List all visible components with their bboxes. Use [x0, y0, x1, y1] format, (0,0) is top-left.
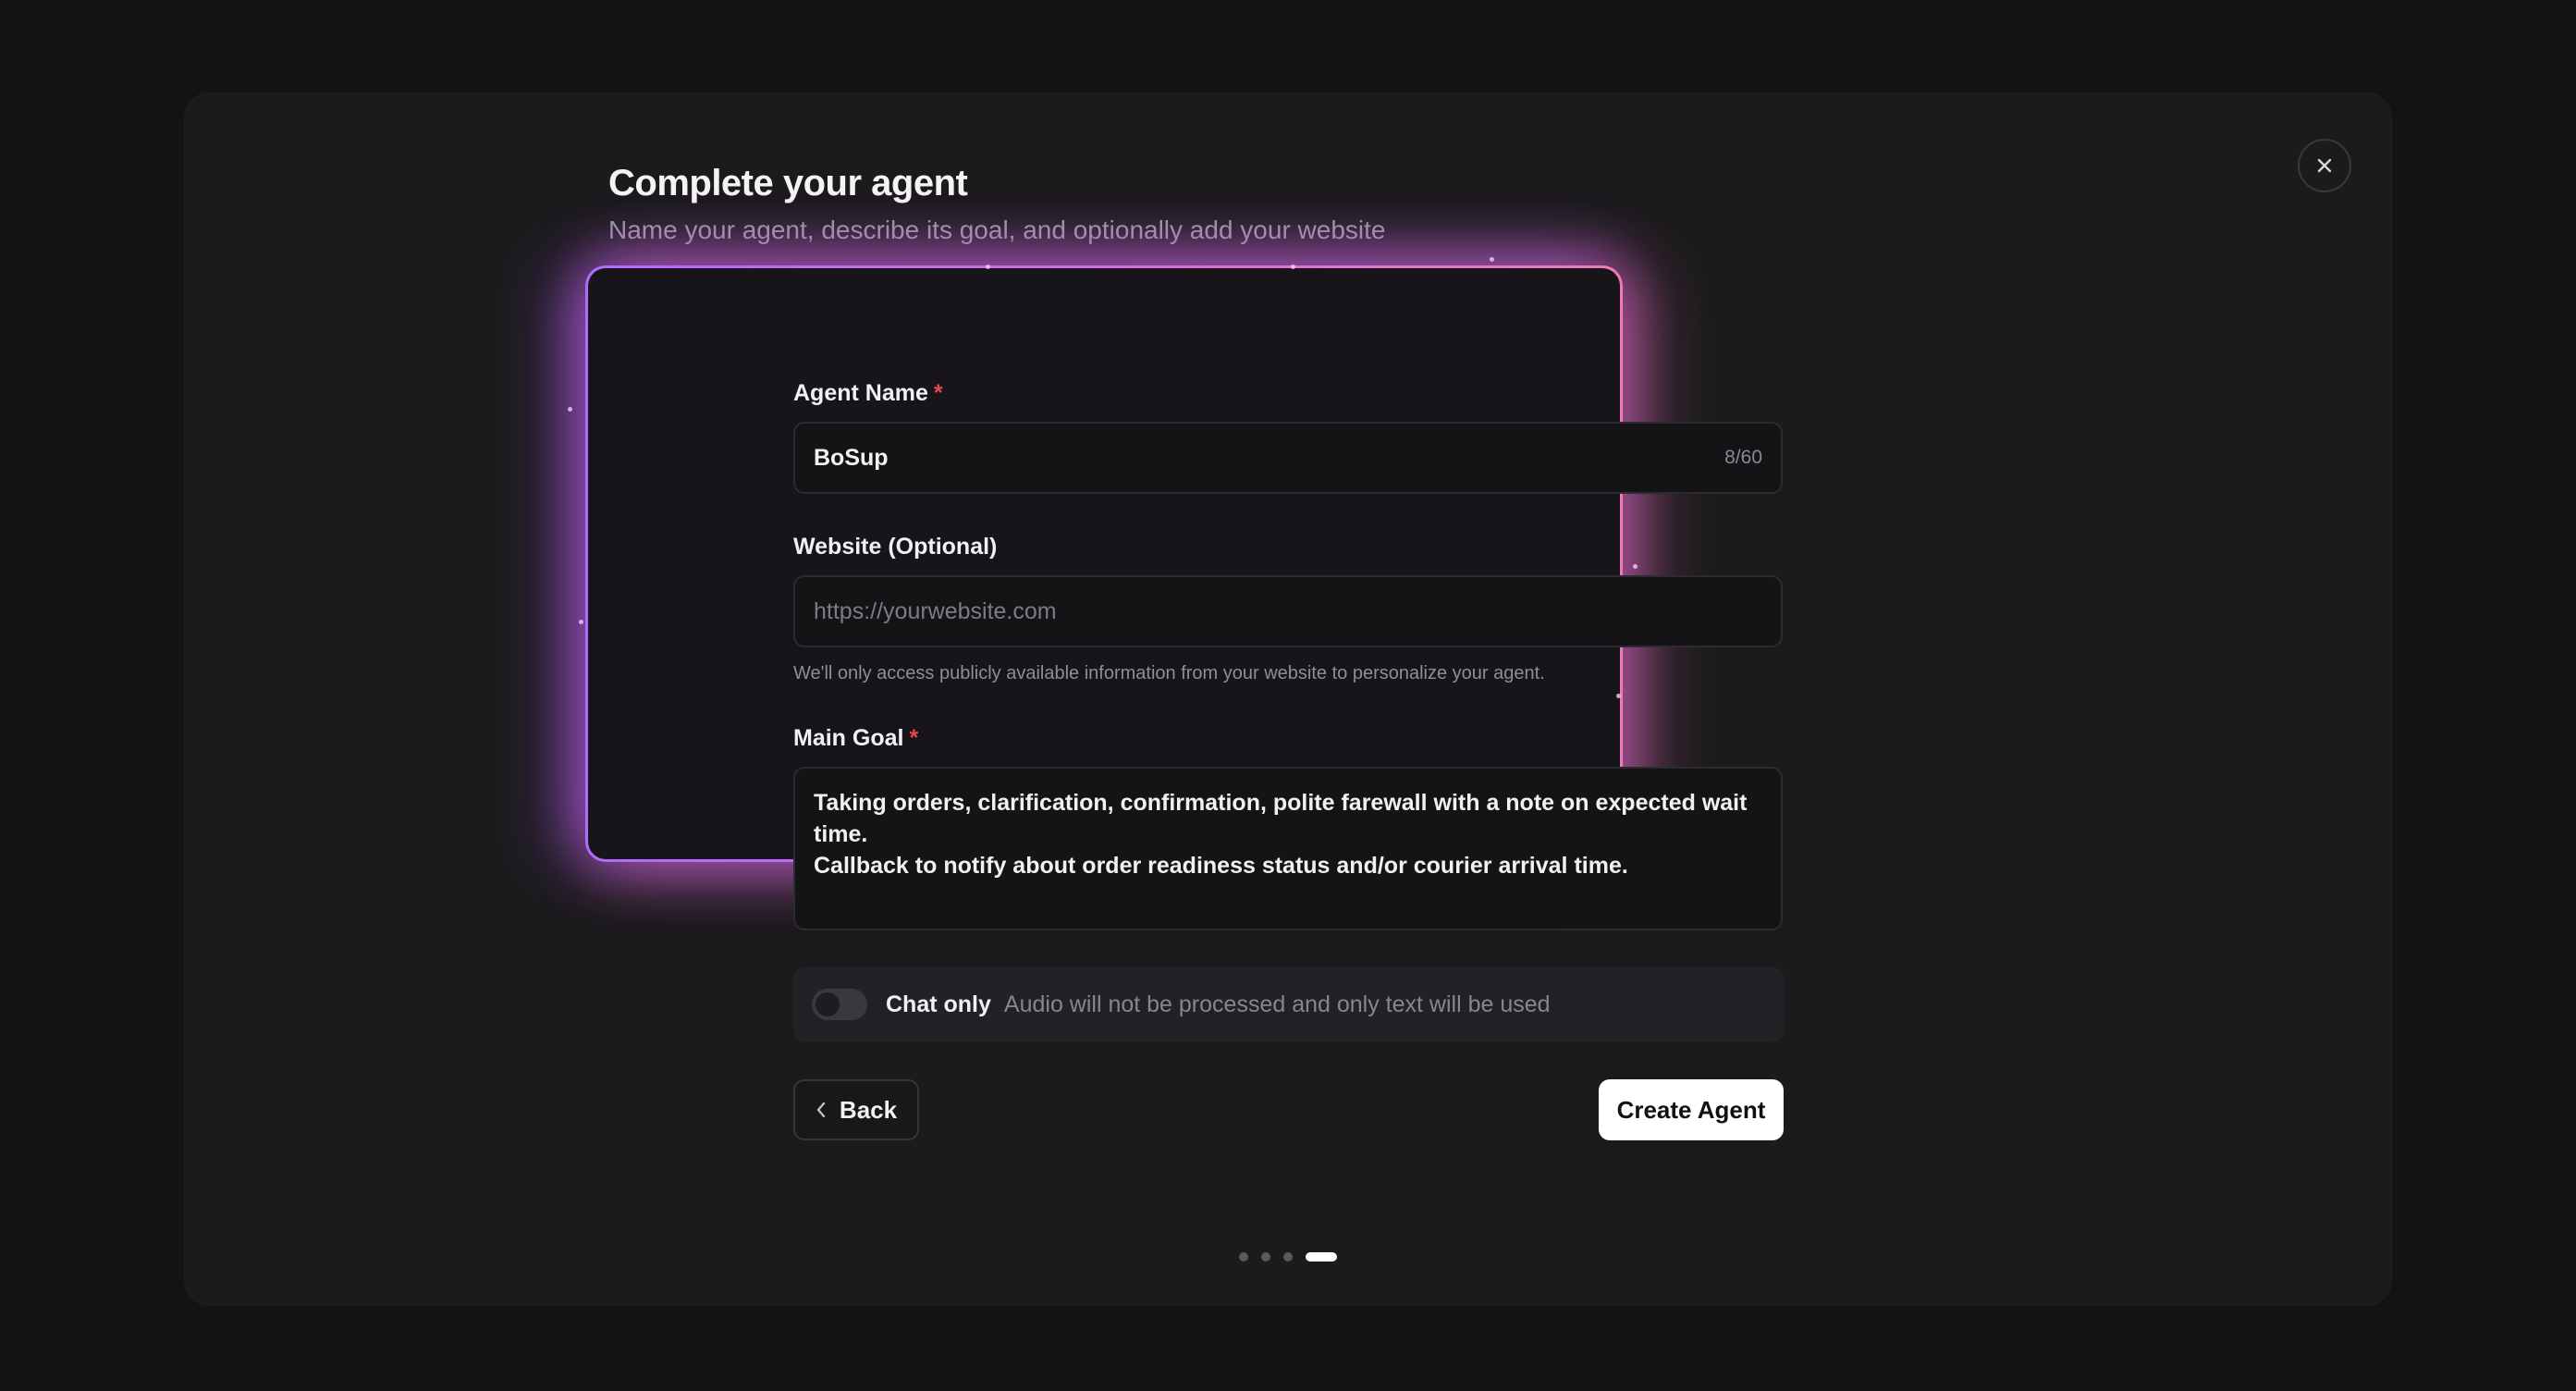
- step-dot-2[interactable]: [1261, 1252, 1270, 1262]
- website-placeholder: https://yourwebsite.com: [814, 597, 1057, 624]
- chat-only-label: Chat only: [886, 991, 991, 1017]
- step-dot-3[interactable]: [1283, 1252, 1293, 1262]
- required-mark: *: [909, 725, 919, 751]
- chat-only-description: Audio will not be processed and only tex…: [1003, 991, 1551, 1017]
- dialog-title: Complete your agent: [608, 163, 968, 203]
- main-goal-line-2: Callback to notify about order readiness…: [814, 853, 1628, 879]
- close-button[interactable]: [2298, 139, 2351, 192]
- website-hint: We'll only access publicly available inf…: [793, 663, 1545, 683]
- create-agent-button[interactable]: Create Agent: [1599, 1079, 1784, 1140]
- chat-only-row: Chat only Audio will not be processed an…: [793, 966, 1785, 1042]
- step-dot-4-active[interactable]: [1306, 1252, 1337, 1262]
- main-goal-line-1: Taking orders, clarification, confirmati…: [814, 790, 1748, 847]
- step-indicator: [1239, 1252, 1337, 1262]
- toggle-knob: [816, 992, 840, 1016]
- agent-name-input[interactable]: BoSup 8/60: [793, 422, 1783, 494]
- step-dot-1[interactable]: [1239, 1252, 1248, 1262]
- website-label: Website (Optional): [793, 534, 998, 560]
- back-button[interactable]: Back: [793, 1079, 919, 1140]
- close-icon: [2315, 156, 2334, 175]
- character-counter: 8/60: [1724, 447, 1762, 468]
- main-goal-textarea[interactable]: Taking orders, clarification, confirmati…: [793, 767, 1783, 930]
- chat-only-toggle[interactable]: [812, 989, 867, 1020]
- agent-name-value: BoSup: [814, 444, 889, 471]
- chevron-left-icon: [816, 1101, 827, 1119]
- dialog-subtitle: Name your agent, describe its goal, and …: [608, 215, 1386, 244]
- agent-name-label: Agent Name *: [793, 380, 943, 406]
- page-backdrop: Complete your agent Name your agent, des…: [0, 0, 2576, 1391]
- required-mark: *: [933, 380, 943, 406]
- dialog-header: Complete your agent Name your agent, des…: [608, 157, 1600, 248]
- website-input[interactable]: https://yourwebsite.com: [793, 575, 1783, 647]
- back-button-label: Back: [839, 1095, 898, 1124]
- main-goal-label: Main Goal *: [793, 725, 919, 751]
